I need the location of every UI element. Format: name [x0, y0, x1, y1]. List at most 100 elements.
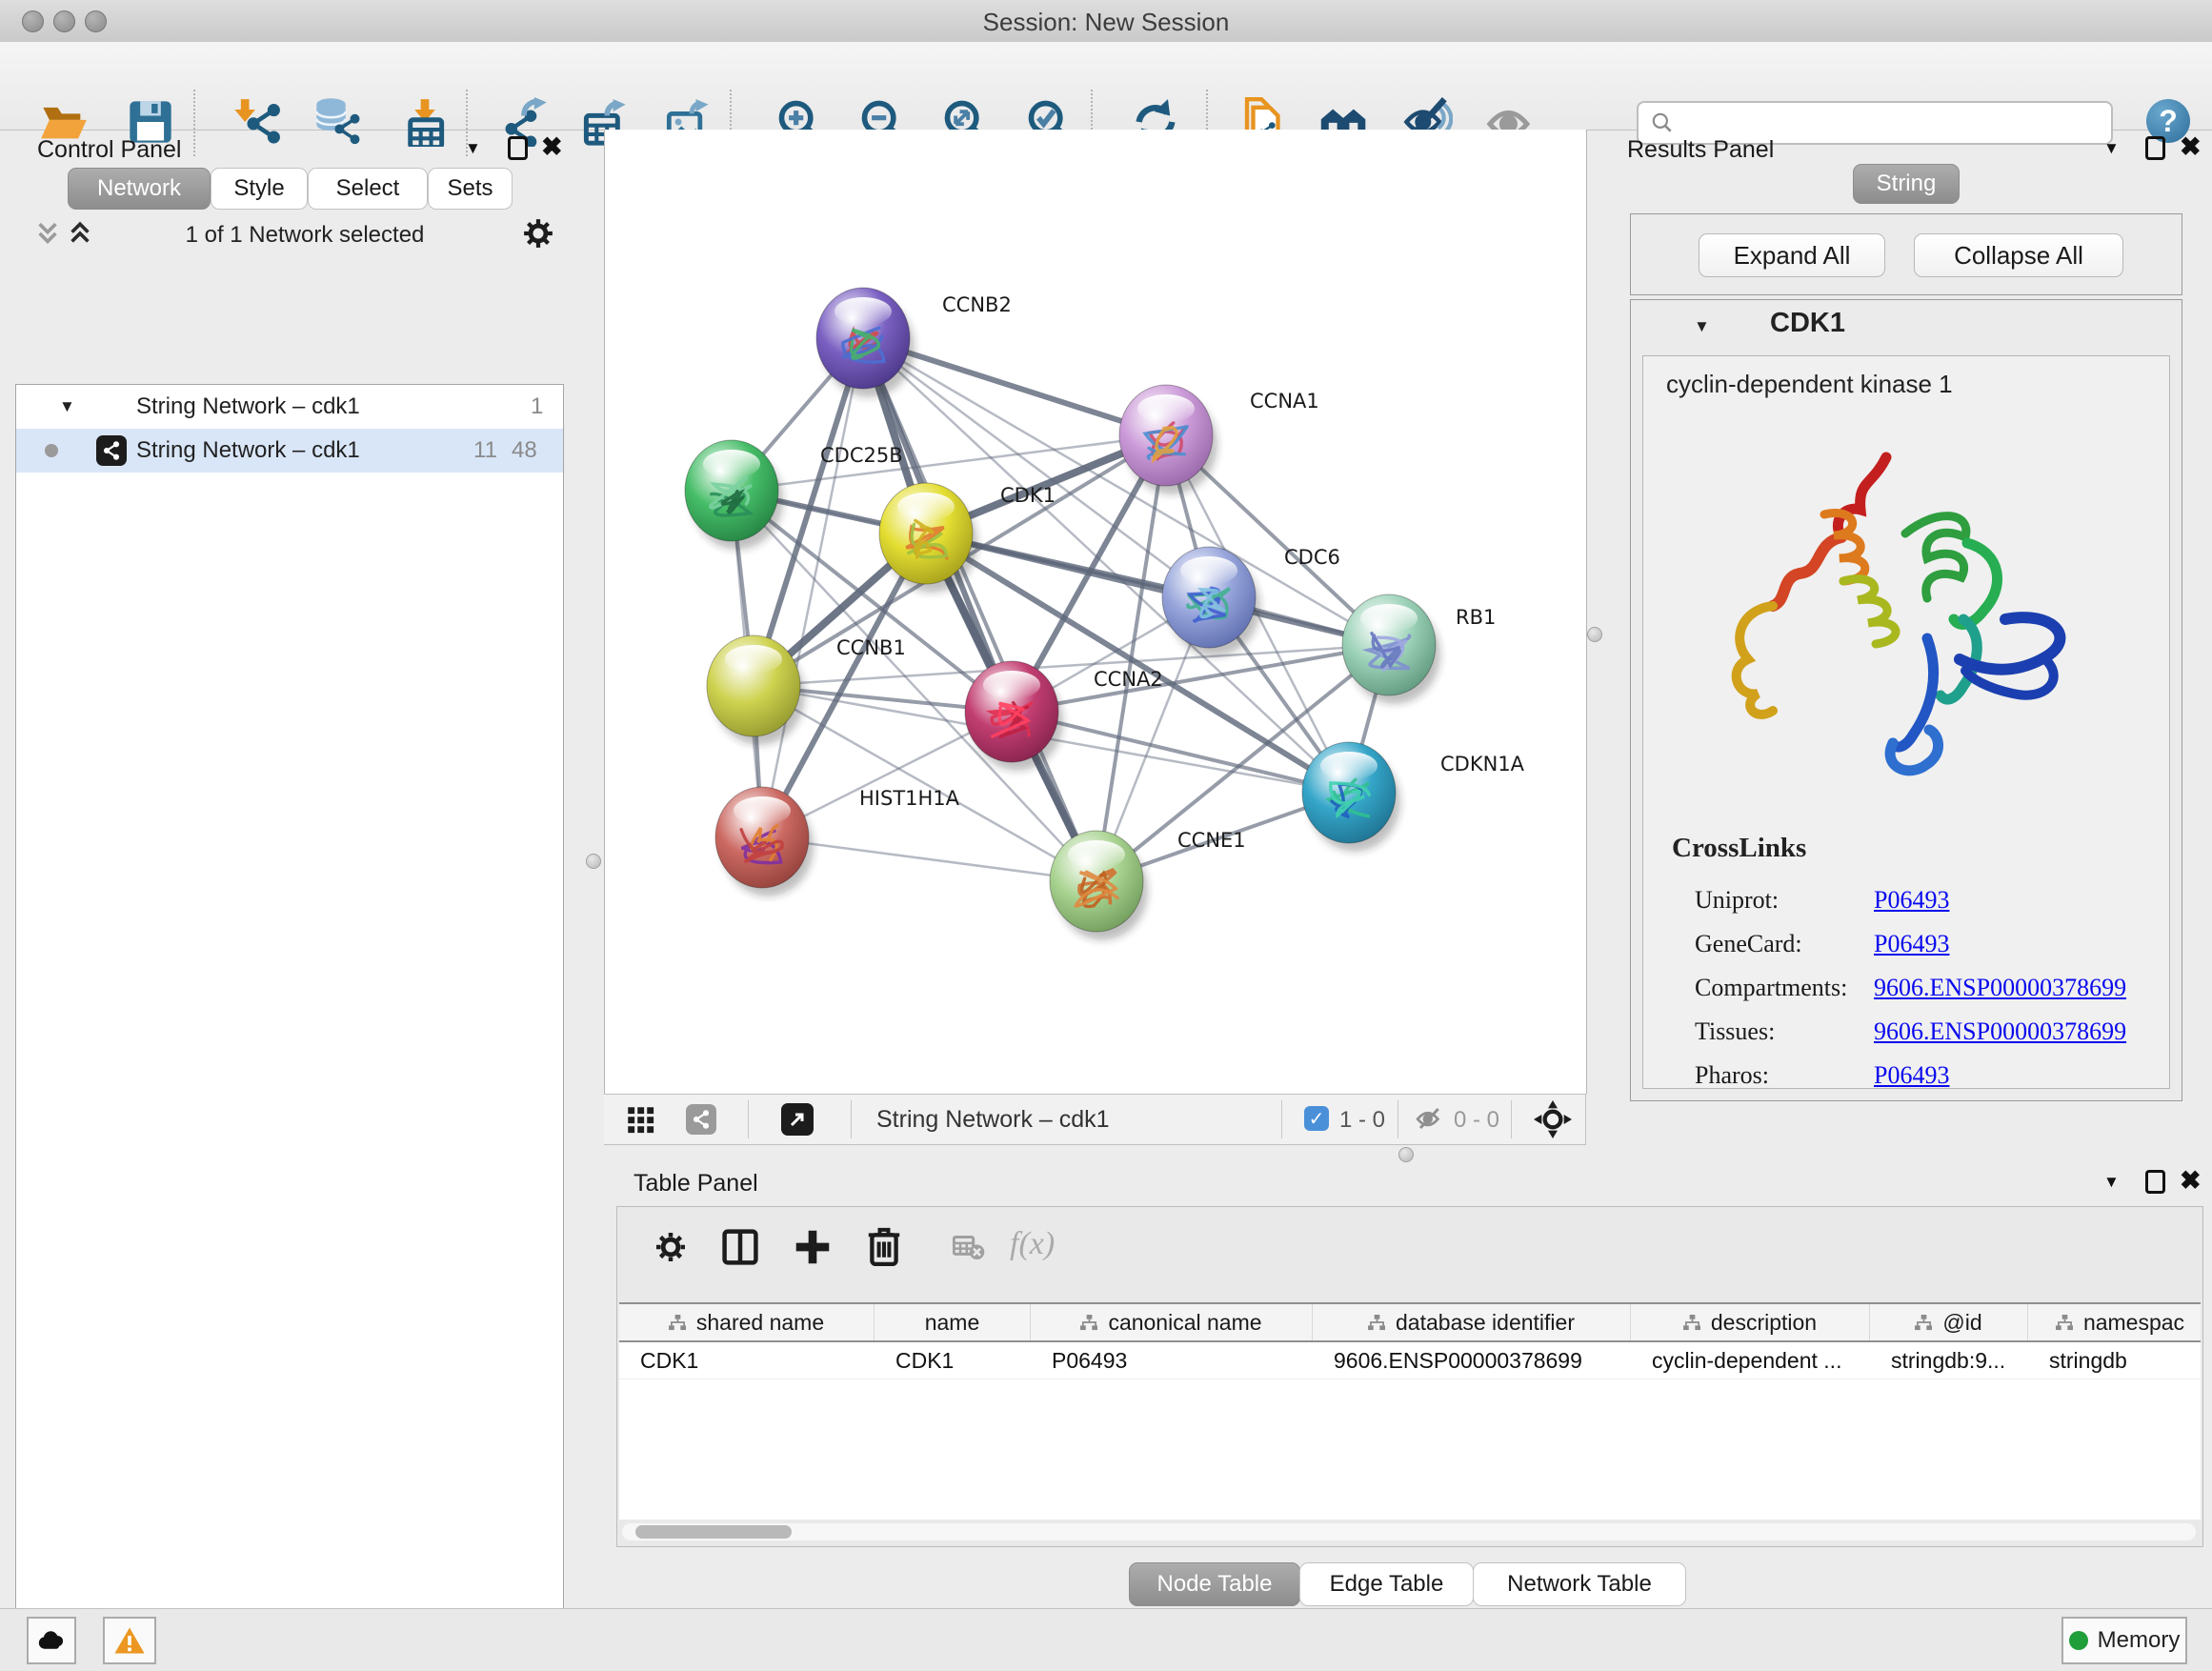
- tab-select[interactable]: Select: [308, 168, 428, 210]
- network-canvas[interactable]: CCNB2CCNA1CDC25BCDK1CDC6RB1CCNB1CCNA2CDK…: [604, 130, 1587, 1094]
- tab-edge-table[interactable]: Edge Table: [1299, 1562, 1474, 1606]
- network-node-cdkn1a[interactable]: [1302, 742, 1396, 843]
- crosslink-row: Pharos:P06493: [1695, 1054, 2152, 1097]
- gear-icon[interactable]: [522, 217, 554, 250]
- birds-eye-view-icon[interactable]: [1534, 1100, 1572, 1138]
- scrollbar-thumb[interactable]: [635, 1525, 792, 1539]
- table-cell[interactable]: cyclin-dependent ...: [1631, 1342, 1870, 1379]
- results-panel-close-icon[interactable]: ✖: [2180, 134, 2202, 160]
- table-row[interactable]: CDK1CDK1P064939606.ENSP00000378699cyclin…: [619, 1342, 2201, 1379]
- network-node-ccne1[interactable]: [1050, 831, 1143, 932]
- table-panel-float-icon[interactable]: [2145, 1170, 2165, 1194]
- table-horizontal-scrollbar[interactable]: [622, 1523, 2196, 1540]
- results-panel-title: Results Panel: [1627, 136, 1774, 164]
- tab-label: Node Table: [1157, 1571, 1273, 1598]
- table-panel-menu-icon[interactable]: ▼: [2103, 1173, 2120, 1192]
- control-panel-title: Control Panel: [37, 136, 181, 164]
- column-header-shared-name[interactable]: shared name: [619, 1304, 875, 1340]
- bottom-splitter-handle[interactable]: [1398, 1147, 1414, 1162]
- gene-detail-box: cyclin-dependent kinase 1 Cross: [1642, 355, 2170, 1089]
- crosslink-row: Tissues:9606.ENSP00000378699: [1695, 1010, 2152, 1054]
- expand-all-chevron-icon[interactable]: [34, 221, 61, 246]
- table-cell[interactable]: stringdb:9...: [1870, 1342, 2028, 1379]
- crosslink-link[interactable]: P06493: [1874, 886, 1949, 915]
- crosslink-link[interactable]: P06493: [1874, 930, 1949, 958]
- crosslink-label: Compartments:: [1695, 974, 1874, 1002]
- network-view-toolbar: String Network – cdk1 ✓ 1 - 0 0 - 0: [604, 1094, 1586, 1145]
- tab-node-table[interactable]: Node Table: [1129, 1562, 1300, 1606]
- network-node-hist1h1a[interactable]: [715, 787, 809, 888]
- delete-column-icon[interactable]: [867, 1226, 901, 1266]
- crosslink-link[interactable]: 9606.ENSP00000378699: [1874, 1017, 2126, 1046]
- column-header-description[interactable]: description: [1631, 1304, 1870, 1340]
- network-node-ccna2[interactable]: [965, 661, 1058, 762]
- column-header--id[interactable]: @id: [1870, 1304, 2028, 1340]
- network-node-cdc6[interactable]: [1162, 547, 1256, 648]
- network-node-ccnb2[interactable]: [816, 288, 910, 389]
- memory-button[interactable]: Memory: [2061, 1617, 2187, 1664]
- grid-view-icon[interactable]: [627, 1106, 655, 1135]
- tab-style[interactable]: Style: [211, 168, 308, 210]
- gene-collapse-icon[interactable]: ▼: [1694, 317, 1710, 336]
- column-header-database-identifier[interactable]: database identifier: [1313, 1304, 1631, 1340]
- control-panel-float-icon[interactable]: [508, 136, 528, 160]
- create-column-icon[interactable]: [794, 1228, 831, 1266]
- network-row[interactable]: String Network – cdk1 11 48: [16, 429, 563, 473]
- toolbar-separator: [1511, 1100, 1512, 1138]
- show-columns-icon[interactable]: [722, 1228, 758, 1266]
- column-header-name[interactable]: name: [875, 1304, 1031, 1340]
- network-collection-row[interactable]: ▼ String Network – cdk1 1: [16, 385, 563, 429]
- table-cell[interactable]: P06493: [1031, 1342, 1313, 1379]
- warning-status-button[interactable]: [103, 1617, 156, 1664]
- network-node-cdk1[interactable]: [879, 483, 973, 584]
- collapse-all-chevron-icon[interactable]: [67, 221, 93, 246]
- network-node-rb1[interactable]: [1342, 594, 1436, 695]
- left-splitter-handle[interactable]: [586, 854, 601, 869]
- control-panel-menu-icon[interactable]: ▼: [465, 139, 481, 158]
- expand-all-button[interactable]: Expand All: [1699, 233, 1885, 277]
- network-node-ccna1[interactable]: [1119, 385, 1213, 486]
- column-header-namespac[interactable]: namespac: [2028, 1304, 2201, 1340]
- open-in-new-window-icon[interactable]: [781, 1103, 814, 1136]
- table-panel-close-icon[interactable]: ✖: [2180, 1168, 2202, 1194]
- tab-sets[interactable]: Sets: [428, 168, 513, 210]
- tab-network[interactable]: Network: [68, 168, 211, 210]
- right-splitter-handle[interactable]: [1587, 627, 1602, 642]
- status-bar: Memory: [0, 1608, 2212, 1671]
- crosslink-row: GeneCard:P06493: [1695, 922, 2152, 966]
- column-header-label: @id: [1942, 1310, 1981, 1336]
- table-body: CDK1CDK1P064939606.ENSP00000378699cyclin…: [619, 1342, 2201, 1379]
- table-cell[interactable]: 9606.ENSP00000378699: [1313, 1342, 1631, 1379]
- network-node-ccnb1[interactable]: [707, 635, 800, 736]
- tab-label: Edge Table: [1330, 1571, 1444, 1598]
- results-panel-menu-icon[interactable]: ▼: [2103, 139, 2120, 158]
- table-cell[interactable]: stringdb: [2028, 1342, 2201, 1379]
- application-window: Session: New Session: [0, 0, 2212, 1671]
- crosslinks-title: CrossLinks: [1672, 833, 1806, 864]
- results-panel: Results Panel ▼ ✖ String Expand All Coll…: [1612, 130, 2212, 1164]
- cloud-icon: [37, 1630, 66, 1651]
- table-cell[interactable]: CDK1: [619, 1342, 875, 1379]
- selected-checkbox-icon[interactable]: ✓: [1304, 1106, 1329, 1131]
- column-header-canonical-name[interactable]: canonical name: [1031, 1304, 1313, 1340]
- tab-string[interactable]: String: [1853, 164, 1960, 204]
- check-icon: ✓: [1309, 1107, 1325, 1131]
- collapse-all-button[interactable]: Collapse All: [1914, 233, 2123, 277]
- results-panel-float-icon[interactable]: [2145, 136, 2165, 160]
- table-panel-box: f(x) shared namenamecanonical namedataba…: [616, 1206, 2203, 1547]
- network-label: String Network – cdk1: [136, 437, 360, 464]
- crosslink-link[interactable]: 9606.ENSP00000378699: [1874, 974, 2126, 1002]
- network-share-icon[interactable]: [686, 1104, 716, 1135]
- tree-expand-icon[interactable]: ▼: [59, 397, 75, 416]
- network-graph[interactable]: CCNB2CCNA1CDC25BCDK1CDC6RB1CCNB1CCNA2CDK…: [605, 130, 1586, 1094]
- memory-status-dot-icon: [2069, 1631, 2088, 1650]
- toolbar-separator: [1281, 1100, 1282, 1138]
- crosslink-link[interactable]: P06493: [1874, 1061, 1949, 1090]
- tab-network-table[interactable]: Network Table: [1473, 1562, 1686, 1606]
- cloud-status-button[interactable]: [27, 1617, 76, 1664]
- control-panel-close-icon[interactable]: ✖: [541, 134, 563, 160]
- table-cell[interactable]: CDK1: [875, 1342, 1031, 1379]
- collection-count: 1: [531, 393, 543, 420]
- network-node-cdc25b[interactable]: [685, 440, 778, 541]
- table-gear-icon[interactable]: [654, 1230, 688, 1264]
